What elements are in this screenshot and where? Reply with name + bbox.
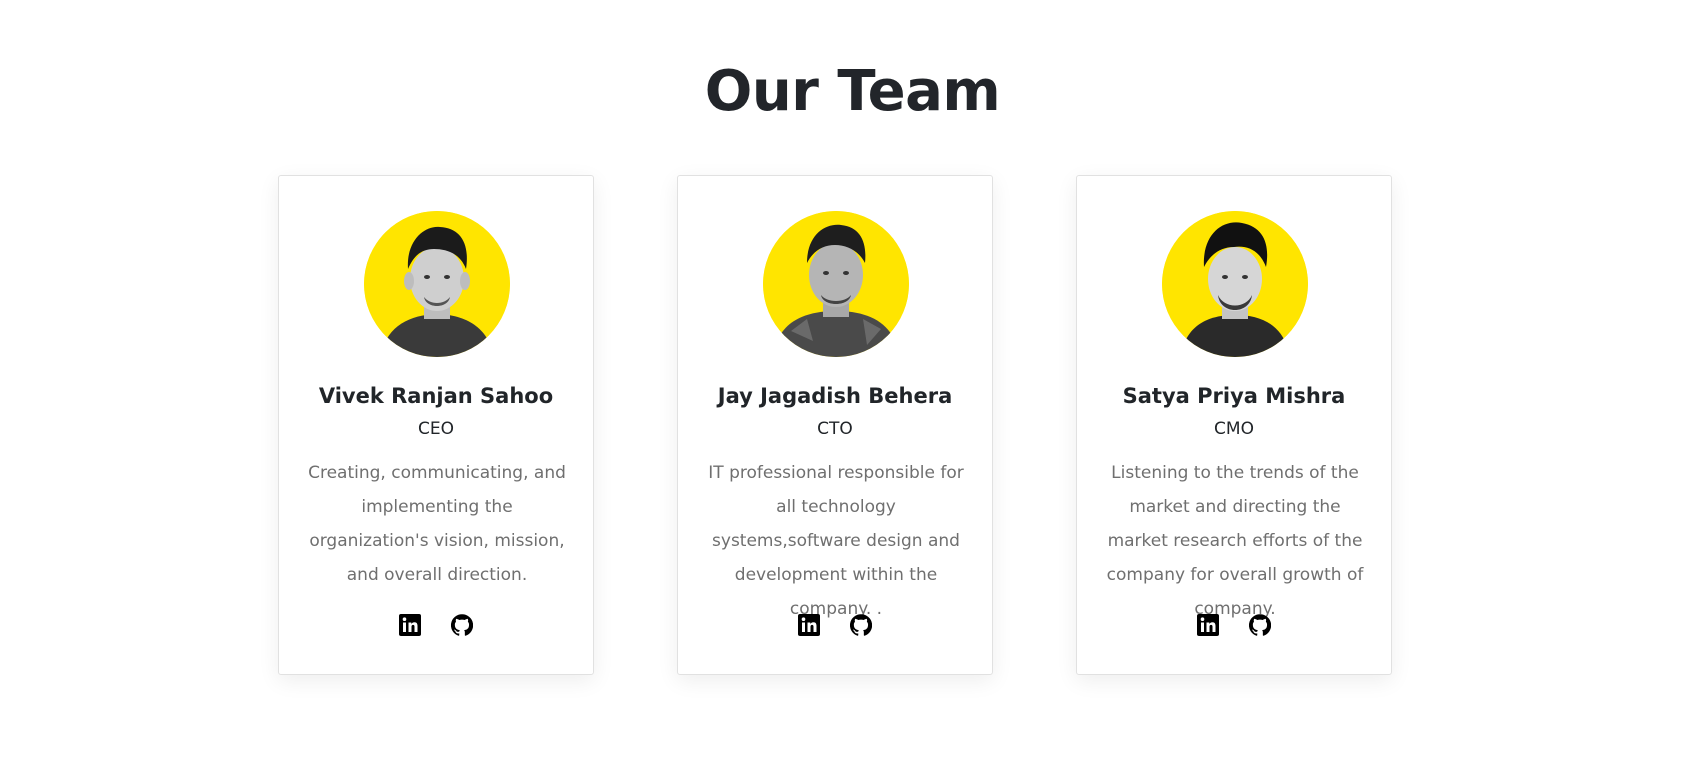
member-name: Jay Jagadish Behera [717,384,953,408]
social-links [678,614,992,640]
team-card: Satya Priya Mishra CMO Listening to the … [1076,175,1392,675]
linkedin-icon[interactable] [798,614,820,636]
team-card: Jay Jagadish Behera CTO IT professional … [677,175,993,675]
linkedin-icon[interactable] [1197,614,1219,636]
member-role: CMO [1214,419,1254,439]
team-cards: Vivek Ranjan Sahoo CEO Creating, communi… [0,175,1705,680]
member-bio: IT professional responsible for all tech… [708,463,964,619]
github-icon[interactable] [850,614,872,636]
member-bio: Listening to the trends of the market an… [1106,463,1364,619]
member-name: Vivek Ranjan Sahoo [318,384,554,408]
github-icon[interactable] [1249,614,1271,636]
member-bio: Creating, communicating, and implementin… [308,463,566,585]
avatar [763,211,909,357]
member-name: Satya Priya Mishra [1122,384,1346,408]
member-role: CTO [817,419,853,439]
team-card: Vivek Ranjan Sahoo CEO Creating, communi… [278,175,594,675]
avatar [364,211,510,357]
member-role: CEO [418,419,454,439]
avatar [1162,211,1308,357]
github-icon[interactable] [451,614,473,636]
linkedin-icon[interactable] [399,614,421,636]
social-links [1077,614,1391,640]
section-title: Our Team [704,59,1001,124]
team-section: Our Team Vivek Ranjan Sahoo CEO Creating… [0,0,1705,783]
social-links [279,614,593,640]
